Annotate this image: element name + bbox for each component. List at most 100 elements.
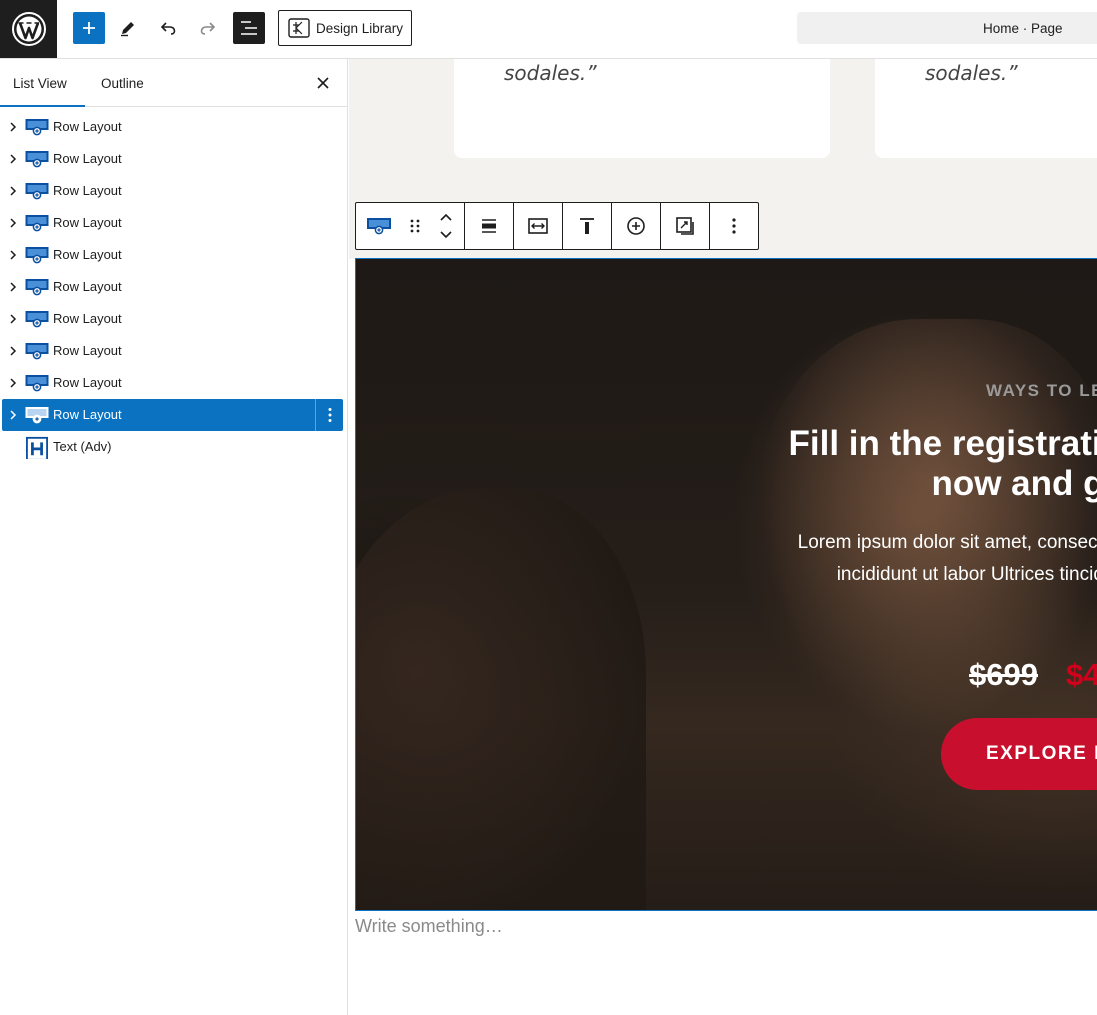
move-up-down-buttons[interactable] (428, 203, 464, 249)
list-item[interactable]: Row Layout (2, 207, 343, 239)
list-item-label: Row Layout (53, 279, 122, 294)
block-toolbar-group-more (710, 203, 758, 249)
testimonial-quote: sodales.” (504, 61, 597, 85)
plus-icon (83, 22, 95, 34)
list-item[interactable]: Row Layout (2, 367, 343, 399)
document-title-bar[interactable]: Home · Page (797, 12, 1097, 44)
list-item[interactable]: Row Layout (2, 239, 343, 271)
tools-button[interactable] (112, 12, 144, 44)
list-item[interactable]: Text (Adv) (2, 431, 343, 463)
list-item-label: Row Layout (53, 311, 122, 326)
content-width-button[interactable] (514, 203, 562, 249)
row-layout-icon (25, 151, 49, 168)
row-layout-icon (25, 343, 49, 360)
wordpress-logo-icon[interactable] (0, 0, 57, 58)
copy-styles-button[interactable] (661, 203, 709, 249)
hero-body-text[interactable]: Lorem ipsum dolor sit amet, consect eius… (781, 527, 1097, 591)
block-toolbar-group-add (612, 203, 661, 249)
list-item[interactable]: Row Layout (2, 175, 343, 207)
editor-canvas: sodales.” sodales.” WAYS TO L Fill in th… (349, 59, 1097, 1015)
block-toolbar-group-valign (563, 203, 612, 249)
row-layout-block-button[interactable] (356, 203, 402, 249)
row-layout-icon (25, 247, 49, 264)
redo-button[interactable] (192, 12, 224, 44)
undo-button[interactable] (152, 12, 184, 44)
undo-icon (160, 22, 176, 35)
design-library-button[interactable]: Design Library (278, 10, 412, 46)
drag-handle[interactable] (402, 203, 428, 249)
vertical-align-button[interactable] (563, 203, 611, 249)
chevron-right-icon[interactable] (8, 281, 18, 293)
list-item[interactable]: Row Layout (2, 303, 343, 335)
row-layout-icon (25, 279, 49, 296)
chevron-right-icon[interactable] (8, 185, 18, 197)
list-item-label: Row Layout (53, 343, 122, 358)
kadence-logo-icon (288, 18, 310, 38)
chevron-up-down-icon (440, 213, 452, 239)
explore-more-label: EXPLORE MO (986, 743, 1097, 764)
hero-eyebrow[interactable]: WAYS TO LEA (986, 381, 1097, 401)
active-tab-indicator (0, 105, 85, 107)
chevron-right-icon[interactable] (8, 345, 18, 357)
list-item[interactable]: Row Layout (2, 111, 343, 143)
close-icon (317, 77, 329, 89)
testimonial-card[interactable]: sodales.” (454, 59, 830, 158)
tab-list-view[interactable]: List View (13, 59, 67, 107)
row-layout-icon (25, 215, 49, 232)
price-original[interactable]: $699 (969, 657, 1038, 693)
tab-outline[interactable]: Outline (101, 59, 144, 107)
list-item[interactable]: Row Layout (2, 271, 343, 303)
chevron-right-icon[interactable] (8, 249, 18, 261)
list-item-selected[interactable]: Row Layout (2, 399, 343, 431)
more-options-button[interactable] (710, 203, 758, 249)
block-toolbar-group-align (465, 203, 514, 249)
add-column-button[interactable] (612, 203, 660, 249)
list-item-label: Row Layout (53, 119, 122, 134)
add-block-button[interactable] (73, 12, 105, 44)
list-item-label: Row Layout (53, 215, 122, 230)
chevron-right-icon[interactable] (8, 153, 18, 165)
align-none-icon (482, 219, 496, 233)
list-view-sidebar: List View Outline Row Layout Row Layout … (0, 59, 348, 1015)
list-item[interactable]: Row Layout (2, 143, 343, 175)
close-sidebar-button[interactable] (312, 72, 334, 94)
row-layout-icon (25, 183, 49, 200)
item-options-button[interactable] (315, 399, 343, 431)
row-layout-icon (25, 119, 49, 136)
list-item-label: Row Layout (53, 183, 122, 198)
hero-headline[interactable]: Fill in the registratio course now and g (788, 424, 1097, 504)
chevron-right-icon[interactable] (8, 313, 18, 325)
list-item[interactable]: Row Layout (2, 335, 343, 367)
block-toolbar-group-copy (661, 203, 710, 249)
chevron-right-icon[interactable] (8, 409, 18, 421)
row-layout-icon (25, 375, 49, 392)
hero-background-bread (356, 489, 646, 910)
chevron-right-icon[interactable] (8, 377, 18, 389)
price-sale[interactable]: $4 (1066, 657, 1097, 693)
design-library-label: Design Library (316, 20, 404, 36)
more-vertical-icon (328, 408, 331, 422)
row-layout-icon (25, 407, 49, 424)
plus-circle-icon (627, 217, 645, 235)
list-view-button[interactable] (233, 12, 265, 44)
testimonial-quote: sodales.” (925, 61, 1018, 85)
pencil-icon (121, 22, 134, 37)
chevron-right-icon[interactable] (8, 217, 18, 229)
list-item-label: Row Layout (53, 247, 122, 262)
row-layout-icon (25, 311, 49, 328)
redo-icon (200, 22, 216, 35)
list-item-label: Row Layout (53, 151, 122, 166)
sidebar-tabs: List View Outline (0, 59, 347, 107)
hero-row-layout-block[interactable]: WAYS TO LEA Fill in the registratio cour… (355, 258, 1097, 911)
list-item-label: Row Layout (53, 375, 122, 390)
editor-top-toolbar: Design Library Home · Page (0, 0, 1097, 59)
block-toolbar-group-parent (356, 203, 465, 249)
align-button[interactable] (465, 203, 513, 249)
paragraph-placeholder[interactable]: Write something… (355, 916, 503, 937)
chevron-right-icon[interactable] (8, 121, 18, 133)
width-icon (528, 218, 548, 234)
list-item-label: Row Layout (53, 407, 122, 422)
align-top-icon (580, 218, 594, 234)
testimonial-card[interactable]: sodales.” (875, 59, 1097, 158)
explore-more-button[interactable]: EXPLORE MO (941, 718, 1097, 790)
